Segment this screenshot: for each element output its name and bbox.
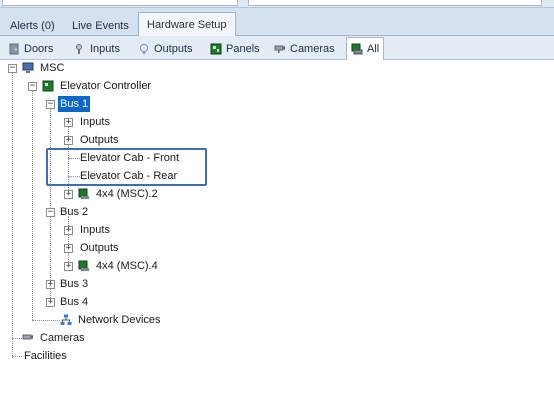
subtab-outputs[interactable]: Outputs xyxy=(134,39,197,59)
network-icon xyxy=(60,314,72,325)
tree-label: Cameras xyxy=(40,332,85,344)
tree-label: 4x4 (MSC).4 xyxy=(96,260,158,272)
tree-line xyxy=(50,108,51,302)
panel-board-icon xyxy=(78,188,89,199)
tree-label: MSC xyxy=(40,62,65,74)
tree-label: Bus 4 xyxy=(60,296,89,308)
input-icon xyxy=(76,44,82,54)
tree-line xyxy=(68,216,69,266)
tree-node-bus-4[interactable]: Bus 4 xyxy=(58,294,90,310)
tree-label: Inputs xyxy=(80,116,110,128)
expand-toggle[interactable]: + xyxy=(64,226,73,235)
tree-label: Network Devices xyxy=(78,314,161,326)
expand-toggle[interactable]: + xyxy=(46,298,55,307)
tree-node-bus1-outputs[interactable]: Outputs xyxy=(78,132,121,148)
tab-alerts[interactable]: Alerts (0) xyxy=(2,16,63,36)
camera-icon xyxy=(22,334,33,340)
tree-node-network-devices[interactable]: Network Devices xyxy=(60,312,163,328)
collapse-toggle[interactable]: − xyxy=(28,82,37,91)
expand-toggle[interactable]: + xyxy=(64,136,73,145)
expand-toggle[interactable]: + xyxy=(64,118,73,127)
subtab-panels-label: Panels xyxy=(226,43,260,55)
tree-label: Inputs xyxy=(80,224,110,236)
tree-node-bus2-board[interactable]: 4x4 (MSC).4 xyxy=(78,258,160,274)
tree-line xyxy=(12,338,22,339)
device-type-tab-bar: Doors Inputs Outputs Panels Cameras All xyxy=(0,36,554,60)
expand-toggle[interactable]: + xyxy=(64,244,73,253)
tab-live-events[interactable]: Live Events xyxy=(64,16,137,36)
subtab-inputs[interactable]: Inputs xyxy=(70,39,124,59)
subtab-outputs-label: Outputs xyxy=(154,43,193,55)
top-pane-left xyxy=(2,0,238,6)
tree-label-selected: Bus 1 xyxy=(58,96,91,112)
computer-icon xyxy=(22,62,34,73)
top-window-strip xyxy=(0,0,554,8)
expand-toggle[interactable]: + xyxy=(46,280,55,289)
subtab-doors-label: Doors xyxy=(24,43,54,55)
tree-label: Outputs xyxy=(80,134,119,146)
tree-node-bus-3[interactable]: Bus 3 xyxy=(58,276,90,292)
tree-line xyxy=(12,356,22,357)
tree-label: Bus 3 xyxy=(60,278,89,290)
all-devices-icon xyxy=(351,43,363,55)
tree-line xyxy=(32,320,60,321)
tree-node-bus1-inputs[interactable]: Inputs xyxy=(78,114,112,130)
top-pane-right xyxy=(248,0,542,6)
tree-node-cameras[interactable]: Cameras xyxy=(22,330,87,346)
tree-node-bus1-board[interactable]: 4x4 (MSC).2 xyxy=(78,186,160,202)
tab-hardware-setup[interactable]: Hardware Setup xyxy=(138,12,236,37)
hardware-tree[interactable]: − − − + + + − + + + + + MSC Elevator Con… xyxy=(0,60,554,407)
panel-board-icon xyxy=(42,80,54,92)
tree-node-bus-1[interactable]: Bus 1 xyxy=(58,96,91,112)
subtab-cameras[interactable]: Cameras xyxy=(270,39,339,59)
tree-label: Elevator Controller xyxy=(60,80,152,92)
main-tab-bar: Alerts (0) Live Events Hardware Setup xyxy=(0,8,554,37)
tree-node-bus2-outputs[interactable]: Outputs xyxy=(78,240,121,256)
panel-board-icon xyxy=(78,260,89,271)
expand-toggle[interactable]: + xyxy=(64,262,73,271)
tree-label: Outputs xyxy=(80,242,119,254)
subtab-cameras-label: Cameras xyxy=(290,43,335,55)
subtab-doors[interactable]: Doors xyxy=(4,39,57,59)
tree-node-bus2-inputs[interactable]: Inputs xyxy=(78,222,112,238)
collapse-toggle[interactable]: − xyxy=(8,64,17,73)
tree-line xyxy=(32,90,33,320)
subtab-inputs-label: Inputs xyxy=(90,43,120,55)
collapse-toggle[interactable]: − xyxy=(46,100,55,109)
expand-toggle[interactable]: + xyxy=(64,190,73,199)
tree-line xyxy=(12,72,13,358)
camera-icon xyxy=(274,45,285,53)
subtab-all[interactable]: All xyxy=(346,37,385,60)
collapse-toggle[interactable]: − xyxy=(46,208,55,217)
subtab-all-label: All xyxy=(367,43,380,55)
lightbulb-icon xyxy=(139,43,149,54)
tree-node-elevator-controller[interactable]: Elevator Controller xyxy=(42,78,153,94)
door-icon xyxy=(9,43,19,55)
tree-node-bus-2[interactable]: Bus 2 xyxy=(58,204,90,220)
tree-label: Bus 2 xyxy=(60,206,89,218)
tree-label: 4x4 (MSC).2 xyxy=(96,188,158,200)
tree-node-msc[interactable]: MSC xyxy=(22,60,66,76)
tree-node-facilities[interactable]: Facilities xyxy=(22,348,69,364)
subtab-panels[interactable]: Panels xyxy=(206,39,264,59)
highlight-box xyxy=(46,148,207,186)
panel-board-icon xyxy=(210,43,222,55)
tree-label: Facilities xyxy=(24,350,67,362)
